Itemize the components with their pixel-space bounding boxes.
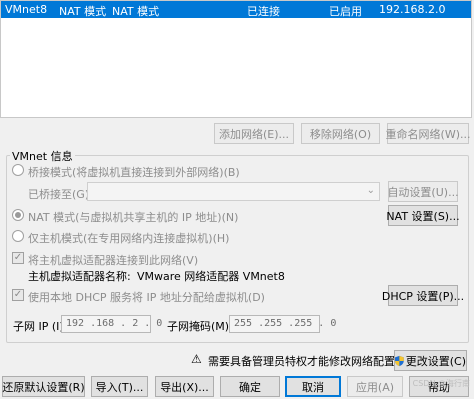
- change-settings-button[interactable]: 更改设置(C): [394, 350, 467, 371]
- network-name: VMnet8: [5, 3, 48, 16]
- network-row-vmnet8[interactable]: VMnet8 NAT 模式 NAT 模式 已连接 已启用 192.168.2.0: [1, 1, 471, 18]
- rename-network-button[interactable]: 重命名网络(W)...: [386, 123, 470, 144]
- network-external: NAT 模式: [112, 5, 160, 18]
- subnet-mask-input[interactable]: 255 .255 .255 . 0: [229, 315, 336, 333]
- watermark: CSDN @海行南: [412, 379, 470, 388]
- change-settings-label: 更改设置(C): [405, 354, 466, 368]
- chevron-down-icon: ⌄: [366, 185, 375, 196]
- import-button[interactable]: 导入(T)...: [91, 376, 148, 397]
- connect-adapter-label: 将主机虚拟适配器连接到此网络(V): [28, 254, 199, 267]
- bridged-radio[interactable]: [12, 164, 24, 176]
- bridged-label: 桥接模式(将虚拟机直接连接到外部网络)(B): [28, 166, 240, 179]
- network-dhcp: 已启用: [329, 5, 362, 18]
- bridged-to-select[interactable]: ⌄: [87, 182, 380, 201]
- remove-network-button[interactable]: 移除网络(O): [301, 123, 380, 144]
- export-button[interactable]: 导出(X)...: [155, 376, 214, 397]
- restore-defaults-button[interactable]: 还原默认设置(R): [2, 376, 85, 397]
- apply-button[interactable]: 应用(A): [347, 376, 403, 397]
- host-only-label: 仅主机模式(在专用网络内连接虚拟机)(H): [28, 232, 230, 245]
- bridged-to-label: 已桥接至(G):: [28, 188, 93, 201]
- network-host-connection: 已连接: [247, 5, 280, 18]
- network-subnet: 192.168.2.0: [379, 3, 446, 16]
- uac-shield-icon: [395, 355, 404, 366]
- subnet-mask-label: 子网掩码(M):: [167, 320, 233, 333]
- nat-radio[interactable]: [12, 209, 24, 221]
- vmnet-info-title: VMnet 信息: [10, 148, 75, 164]
- dhcp-label: 使用本地 DHCP 服务将 IP 地址分配给虚拟机(D): [28, 291, 265, 304]
- dhcp-checkbox[interactable]: ✓: [12, 289, 24, 301]
- host-only-radio[interactable]: [12, 230, 24, 242]
- admin-notice-text: 需要具备管理员特权才能修改网络配置。: [208, 355, 406, 368]
- subnet-ip-label: 子网 IP (I):: [13, 320, 68, 333]
- subnet-ip-input[interactable]: 192 .168 . 2 . 0: [61, 315, 162, 333]
- ok-button[interactable]: 确定: [220, 376, 280, 397]
- adapter-name-value: VMware 网络适配器 VMnet8: [137, 270, 285, 283]
- network-type: NAT 模式: [59, 5, 107, 18]
- dhcp-settings-button[interactable]: DHCP 设置(P)...: [382, 285, 464, 306]
- warning-icon: ⚠: [191, 352, 202, 366]
- adapter-name-label: 主机虚拟适配器名称:: [28, 270, 131, 283]
- connect-adapter-checkbox[interactable]: ✓: [12, 252, 24, 264]
- nat-label: NAT 模式(与虚拟机共享主机的 IP 地址)(N): [28, 211, 239, 224]
- nat-settings-button[interactable]: NAT 设置(S)...: [386, 205, 460, 226]
- auto-settings-button[interactable]: 自动设置(U)...: [387, 181, 459, 202]
- cancel-button[interactable]: 取消: [285, 376, 341, 397]
- add-network-button[interactable]: 添加网络(E)...: [214, 123, 294, 144]
- virtual-network-list[interactable]: VMnet8 NAT 模式 NAT 模式 已连接 已启用 192.168.2.0: [0, 0, 472, 118]
